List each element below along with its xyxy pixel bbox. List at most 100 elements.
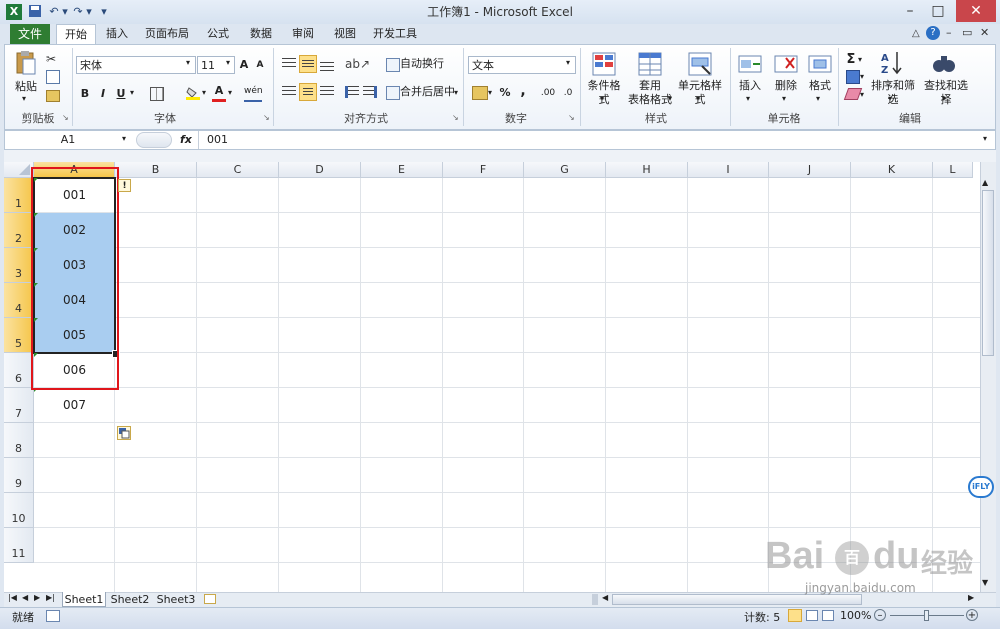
sort-filter-button[interactable]: 排序和筛选	[866, 79, 920, 107]
cell-a7[interactable]: 007	[34, 388, 115, 423]
formula-splitter[interactable]	[136, 132, 172, 148]
orientation-icon[interactable]: ab↗	[345, 57, 370, 71]
decrease-decimal-button[interactable]: .0	[560, 83, 576, 103]
row-header-9[interactable]: 9	[4, 458, 34, 493]
tab-home[interactable]: 开始	[56, 24, 96, 45]
select-all-button[interactable]	[4, 162, 34, 178]
tab-data[interactable]: 数据	[244, 24, 278, 44]
format-dropdown-icon[interactable]: ▾	[816, 94, 820, 103]
formula-expand-icon[interactable]: ▾	[983, 134, 987, 143]
increase-decimal-button[interactable]: .00	[540, 83, 556, 103]
cell-styles-icon[interactable]	[688, 52, 712, 76]
tab-split-handle[interactable]	[592, 594, 598, 605]
maximize-button[interactable]: □	[921, 0, 955, 22]
doc-minimize-icon[interactable]: –	[946, 26, 952, 39]
row-header-10[interactable]: 10	[4, 493, 34, 528]
column-header-j[interactable]: J	[769, 162, 851, 178]
merge-center-button[interactable]: 合并后居中	[400, 82, 456, 102]
grow-font-button[interactable]: A	[238, 55, 250, 75]
paste-icon[interactable]	[14, 50, 38, 76]
number-format-dropdown-icon[interactable]: ▾	[566, 58, 570, 67]
format-cells-button[interactable]: 格式	[806, 79, 834, 93]
scroll-up-arrow-icon[interactable]: ▲	[982, 178, 988, 187]
align-top-icon[interactable]	[282, 58, 296, 70]
ribbon-collapse-icon[interactable]: △	[912, 28, 920, 39]
doc-close-icon[interactable]: ✕	[980, 26, 989, 39]
zoom-level[interactable]: 100%	[840, 609, 871, 622]
font-launcher-icon[interactable]: ↘	[263, 113, 270, 122]
row-header-5[interactable]: 5	[4, 318, 34, 353]
number-launcher-icon[interactable]: ↘	[568, 113, 575, 122]
tab-review[interactable]: 审阅	[286, 24, 320, 44]
autosum-button[interactable]: Σ	[844, 50, 858, 70]
row-header-3[interactable]: 3	[4, 248, 34, 283]
row-header-11[interactable]: 11	[4, 528, 34, 563]
accounting-dropdown-icon[interactable]: ▾	[488, 88, 492, 97]
conditional-dropdown-icon[interactable]: ▾	[600, 94, 604, 103]
row-header-4[interactable]: 4	[4, 283, 34, 318]
format-cells-icon[interactable]	[808, 52, 832, 76]
bold-button[interactable]: B	[78, 84, 92, 104]
merge-dropdown-icon[interactable]: ▾	[454, 88, 458, 97]
format-as-table-button-line1[interactable]: 套用	[634, 79, 666, 93]
insert-sheet-icon[interactable]	[204, 594, 216, 604]
name-box-dropdown-icon[interactable]: ▾	[122, 134, 126, 143]
fill-dropdown-icon[interactable]: ▾	[860, 72, 864, 81]
align-right-icon[interactable]	[320, 86, 334, 98]
column-header-l[interactable]: L	[933, 162, 973, 178]
italic-button[interactable]: I	[96, 84, 110, 104]
sort-dropdown-icon[interactable]: ▾	[888, 94, 892, 103]
clipboard-launcher-icon[interactable]: ↘	[62, 113, 69, 122]
column-header-b[interactable]: B	[115, 162, 197, 178]
error-warning-icon[interactable]: !	[118, 179, 131, 192]
accounting-format-icon[interactable]	[472, 86, 488, 100]
comma-button[interactable]: ,	[516, 81, 530, 101]
align-bottom-icon[interactable]	[320, 62, 334, 72]
vertical-scroll-thumb[interactable]	[982, 190, 994, 356]
format-painter-icon[interactable]	[46, 90, 60, 102]
percent-button[interactable]: %	[498, 83, 512, 103]
align-left-icon[interactable]	[282, 86, 296, 98]
row-header-8[interactable]: 8	[4, 423, 34, 458]
tab-file[interactable]: 文件	[10, 24, 50, 44]
tab-page-layout[interactable]: 页面布局	[142, 24, 192, 44]
find-dropdown-icon[interactable]: ▾	[942, 94, 946, 103]
zoom-out-icon[interactable]: –	[874, 609, 886, 621]
doc-restore-icon[interactable]: ▭	[962, 26, 972, 39]
font-size-dropdown-icon[interactable]: ▾	[226, 58, 230, 67]
number-format-combo[interactable]: 文本	[468, 56, 576, 74]
merge-center-icon[interactable]	[386, 86, 400, 100]
row-header-2[interactable]: 2	[4, 213, 34, 248]
tab-view[interactable]: 视图	[328, 24, 362, 44]
format-as-table-button-line2[interactable]: 表格格式	[626, 93, 674, 107]
insert-cells-button[interactable]: 插入	[736, 79, 764, 93]
first-sheet-icon[interactable]: |◀	[8, 593, 17, 602]
column-header-g[interactable]: G	[524, 162, 606, 178]
underline-dropdown-icon[interactable]: ▾	[130, 88, 134, 97]
sheet-tab-3[interactable]: Sheet3	[154, 592, 198, 607]
delete-dropdown-icon[interactable]: ▾	[782, 94, 786, 103]
column-header-h[interactable]: H	[606, 162, 688, 178]
zoom-slider-thumb[interactable]	[924, 610, 929, 621]
insert-cells-icon[interactable]	[738, 52, 762, 76]
align-middle-icon[interactable]	[299, 55, 317, 73]
cut-icon[interactable]: ✂	[46, 52, 56, 66]
delete-cells-button[interactable]: 删除	[772, 79, 800, 93]
copy-icon[interactable]	[46, 70, 60, 84]
column-header-c[interactable]: C	[197, 162, 279, 178]
prev-sheet-icon[interactable]: ◀	[22, 593, 28, 602]
page-layout-view-icon[interactable]	[806, 610, 818, 621]
formula-input[interactable]: 001	[198, 131, 978, 149]
macro-record-icon[interactable]	[46, 610, 60, 622]
phonetic-button[interactable]: wén	[244, 84, 263, 102]
alignment-launcher-icon[interactable]: ↘	[452, 113, 459, 122]
paste-dropdown-icon[interactable]: ▾	[22, 94, 26, 103]
paste-button[interactable]: 粘贴	[12, 80, 40, 94]
normal-view-icon[interactable]	[788, 609, 802, 622]
ifly-badge[interactable]: iFLY	[968, 476, 994, 498]
insert-dropdown-icon[interactable]: ▾	[746, 94, 750, 103]
row-header-6[interactable]: 6	[4, 353, 34, 388]
clear-dropdown-icon[interactable]: ▾	[860, 90, 864, 99]
zoom-in-icon[interactable]: +	[966, 609, 978, 621]
name-box[interactable]: A1	[6, 132, 130, 148]
